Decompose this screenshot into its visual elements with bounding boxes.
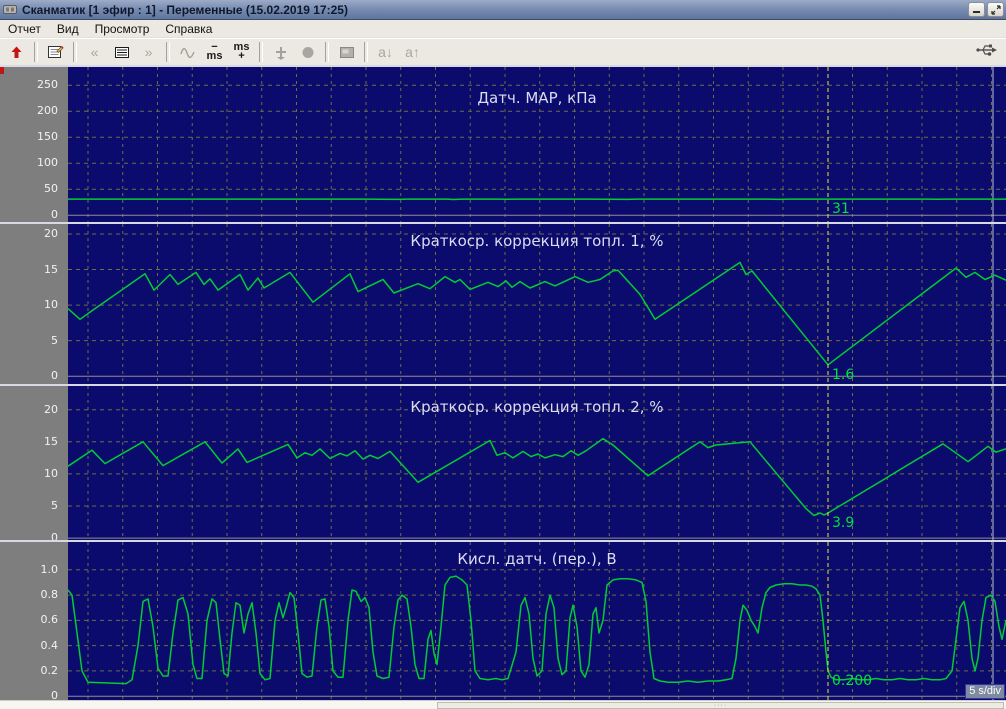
report-button[interactable] bbox=[42, 41, 69, 64]
y-axis-tick-label: 15 bbox=[0, 435, 63, 448]
y-axis-tick-label: 10 bbox=[0, 298, 63, 311]
restore-button[interactable] bbox=[987, 2, 1004, 17]
toolbar-separator bbox=[325, 42, 329, 62]
cursor-value-4: 0.200 bbox=[832, 673, 872, 689]
usb-icon bbox=[976, 42, 998, 63]
window-title: Сканматик [1 эфир : 1] - Переменные (15.… bbox=[22, 3, 968, 17]
cursor-pin-icon bbox=[273, 45, 289, 60]
cursor-value-3: 3.9 bbox=[832, 515, 854, 531]
y-axis-tick-label: 20 bbox=[0, 227, 63, 240]
restore-icon bbox=[991, 5, 1001, 15]
toolbar-separator bbox=[73, 42, 77, 62]
y-axis-tick-label: 0 bbox=[0, 208, 63, 221]
menu-item-3[interactable]: Просмотр bbox=[87, 21, 158, 37]
prev-screen-button-label: « bbox=[91, 44, 99, 60]
menu-item-1[interactable]: Отчет bbox=[0, 21, 49, 37]
toolbar-separator bbox=[364, 42, 368, 62]
text-smaller-button-label: a↓ bbox=[378, 44, 393, 60]
y-axis-tick-label: 5 bbox=[0, 499, 63, 512]
app-icon bbox=[3, 3, 17, 16]
scrollbar-thumb[interactable]: ···· bbox=[437, 702, 1004, 709]
next-screen-button-label: » bbox=[145, 44, 153, 60]
cursor-value-2: 1.6 bbox=[832, 367, 854, 383]
ms-plus-button-label: + bbox=[238, 52, 244, 61]
y-axis-tick-label: 20 bbox=[0, 403, 63, 416]
toolbar: «»−msms+a↓a↑ bbox=[0, 38, 1006, 65]
y-axis-tick-label: 10 bbox=[0, 467, 63, 480]
list-icon bbox=[114, 45, 130, 60]
cursor-marker-button[interactable] bbox=[267, 41, 294, 64]
y-axis-tick-label: 50 bbox=[0, 182, 63, 195]
minimize-icon bbox=[972, 5, 981, 14]
y-axis-tick-label: 200 bbox=[0, 104, 63, 117]
y-axis-tick-label: 0.4 bbox=[0, 639, 63, 652]
text-smaller-button[interactable]: a↓ bbox=[372, 41, 399, 64]
y-axis-tick-label: 1.0 bbox=[0, 563, 63, 576]
scrollbar-grip: ···· bbox=[714, 703, 727, 708]
sine-wave-icon bbox=[180, 45, 196, 60]
next-screen-button[interactable]: » bbox=[135, 41, 162, 64]
panel-title-1: Датч. MAP, кПа bbox=[68, 89, 1006, 107]
toolbar-separator bbox=[34, 42, 38, 62]
ms-minus-button[interactable]: −ms bbox=[201, 41, 228, 64]
y-axis-tick-label: 0 bbox=[0, 369, 63, 382]
prev-screen-button[interactable]: « bbox=[81, 41, 108, 64]
app-window: Сканматик [1 эфир : 1] - Переменные (15.… bbox=[0, 0, 1006, 709]
title-bar: Сканматик [1 эфир : 1] - Переменные (15.… bbox=[0, 0, 1006, 20]
record-button[interactable] bbox=[294, 41, 321, 64]
snapshot-button[interactable] bbox=[333, 41, 360, 64]
panel-title-3: Краткоср. коррекция топл. 2, % bbox=[68, 398, 1006, 416]
toolbar-separator bbox=[259, 42, 263, 62]
menu-item-2[interactable]: Вид bbox=[49, 21, 87, 37]
text-larger-button[interactable]: a↑ bbox=[399, 41, 426, 64]
image-icon bbox=[339, 45, 355, 60]
menu-item-4[interactable]: Справка bbox=[157, 21, 220, 37]
toolbar-separator bbox=[166, 42, 170, 62]
y-axis-tick-label: 150 bbox=[0, 130, 63, 143]
text-larger-button-label: a↑ bbox=[405, 44, 420, 60]
record-circle-icon bbox=[300, 45, 316, 60]
y-axis-tick-label: 250 bbox=[0, 78, 63, 91]
panel-1: 0 50 100 150 200 250 Датч. MAP, кПа 31 bbox=[0, 67, 1006, 222]
y-axis-tick-label: 100 bbox=[0, 156, 63, 169]
panel-2: 0 5 10 15 20 Краткоср. коррекция топл. 1, % 1.… bbox=[0, 224, 1006, 384]
ms-plus-button[interactable]: ms+ bbox=[228, 41, 255, 64]
panel-4: 0 0.2 0.4 0.6 0.8 1.0 Кисл. датч. (пер.), В 0.2… bbox=[0, 542, 1006, 700]
parameter-list-button[interactable] bbox=[108, 41, 135, 64]
notepad-icon bbox=[47, 44, 64, 60]
menu-bar: ОтчетВидПросмотрСправка bbox=[0, 20, 1006, 38]
panel-title-2: Краткоср. коррекция топл. 1, % bbox=[68, 232, 1006, 250]
red-arrow-icon bbox=[9, 45, 24, 60]
wave-view-button[interactable] bbox=[174, 41, 201, 64]
panel-title-4: Кисл. датч. (пер.), В bbox=[68, 550, 1006, 568]
y-axis-tick-label: 0.6 bbox=[0, 613, 63, 626]
horizontal-scrollbar[interactable]: ···· bbox=[0, 700, 1006, 709]
y-axis-tick-label: 0.2 bbox=[0, 664, 63, 677]
y-axis-tick-label: 15 bbox=[0, 263, 63, 276]
cursor-value-1: 31 bbox=[832, 201, 850, 217]
chart-area[interactable]: +2:10.000 050100150200250Датч. MAP, кПа3… bbox=[0, 65, 1006, 700]
panel-3: 05101520Краткоср. коррекция топл. 2, %3.… bbox=[0, 386, 1006, 540]
y-axis-tick-label: 0.8 bbox=[0, 588, 63, 601]
y-axis-tick-label: 0 bbox=[0, 689, 63, 700]
ms-minus-button-label: ms bbox=[207, 52, 223, 61]
minimize-button[interactable] bbox=[968, 2, 985, 17]
time-per-div-label: 5 s/div bbox=[965, 684, 1005, 699]
y-axis-tick-label: 5 bbox=[0, 334, 63, 347]
exit-button[interactable] bbox=[3, 41, 30, 64]
